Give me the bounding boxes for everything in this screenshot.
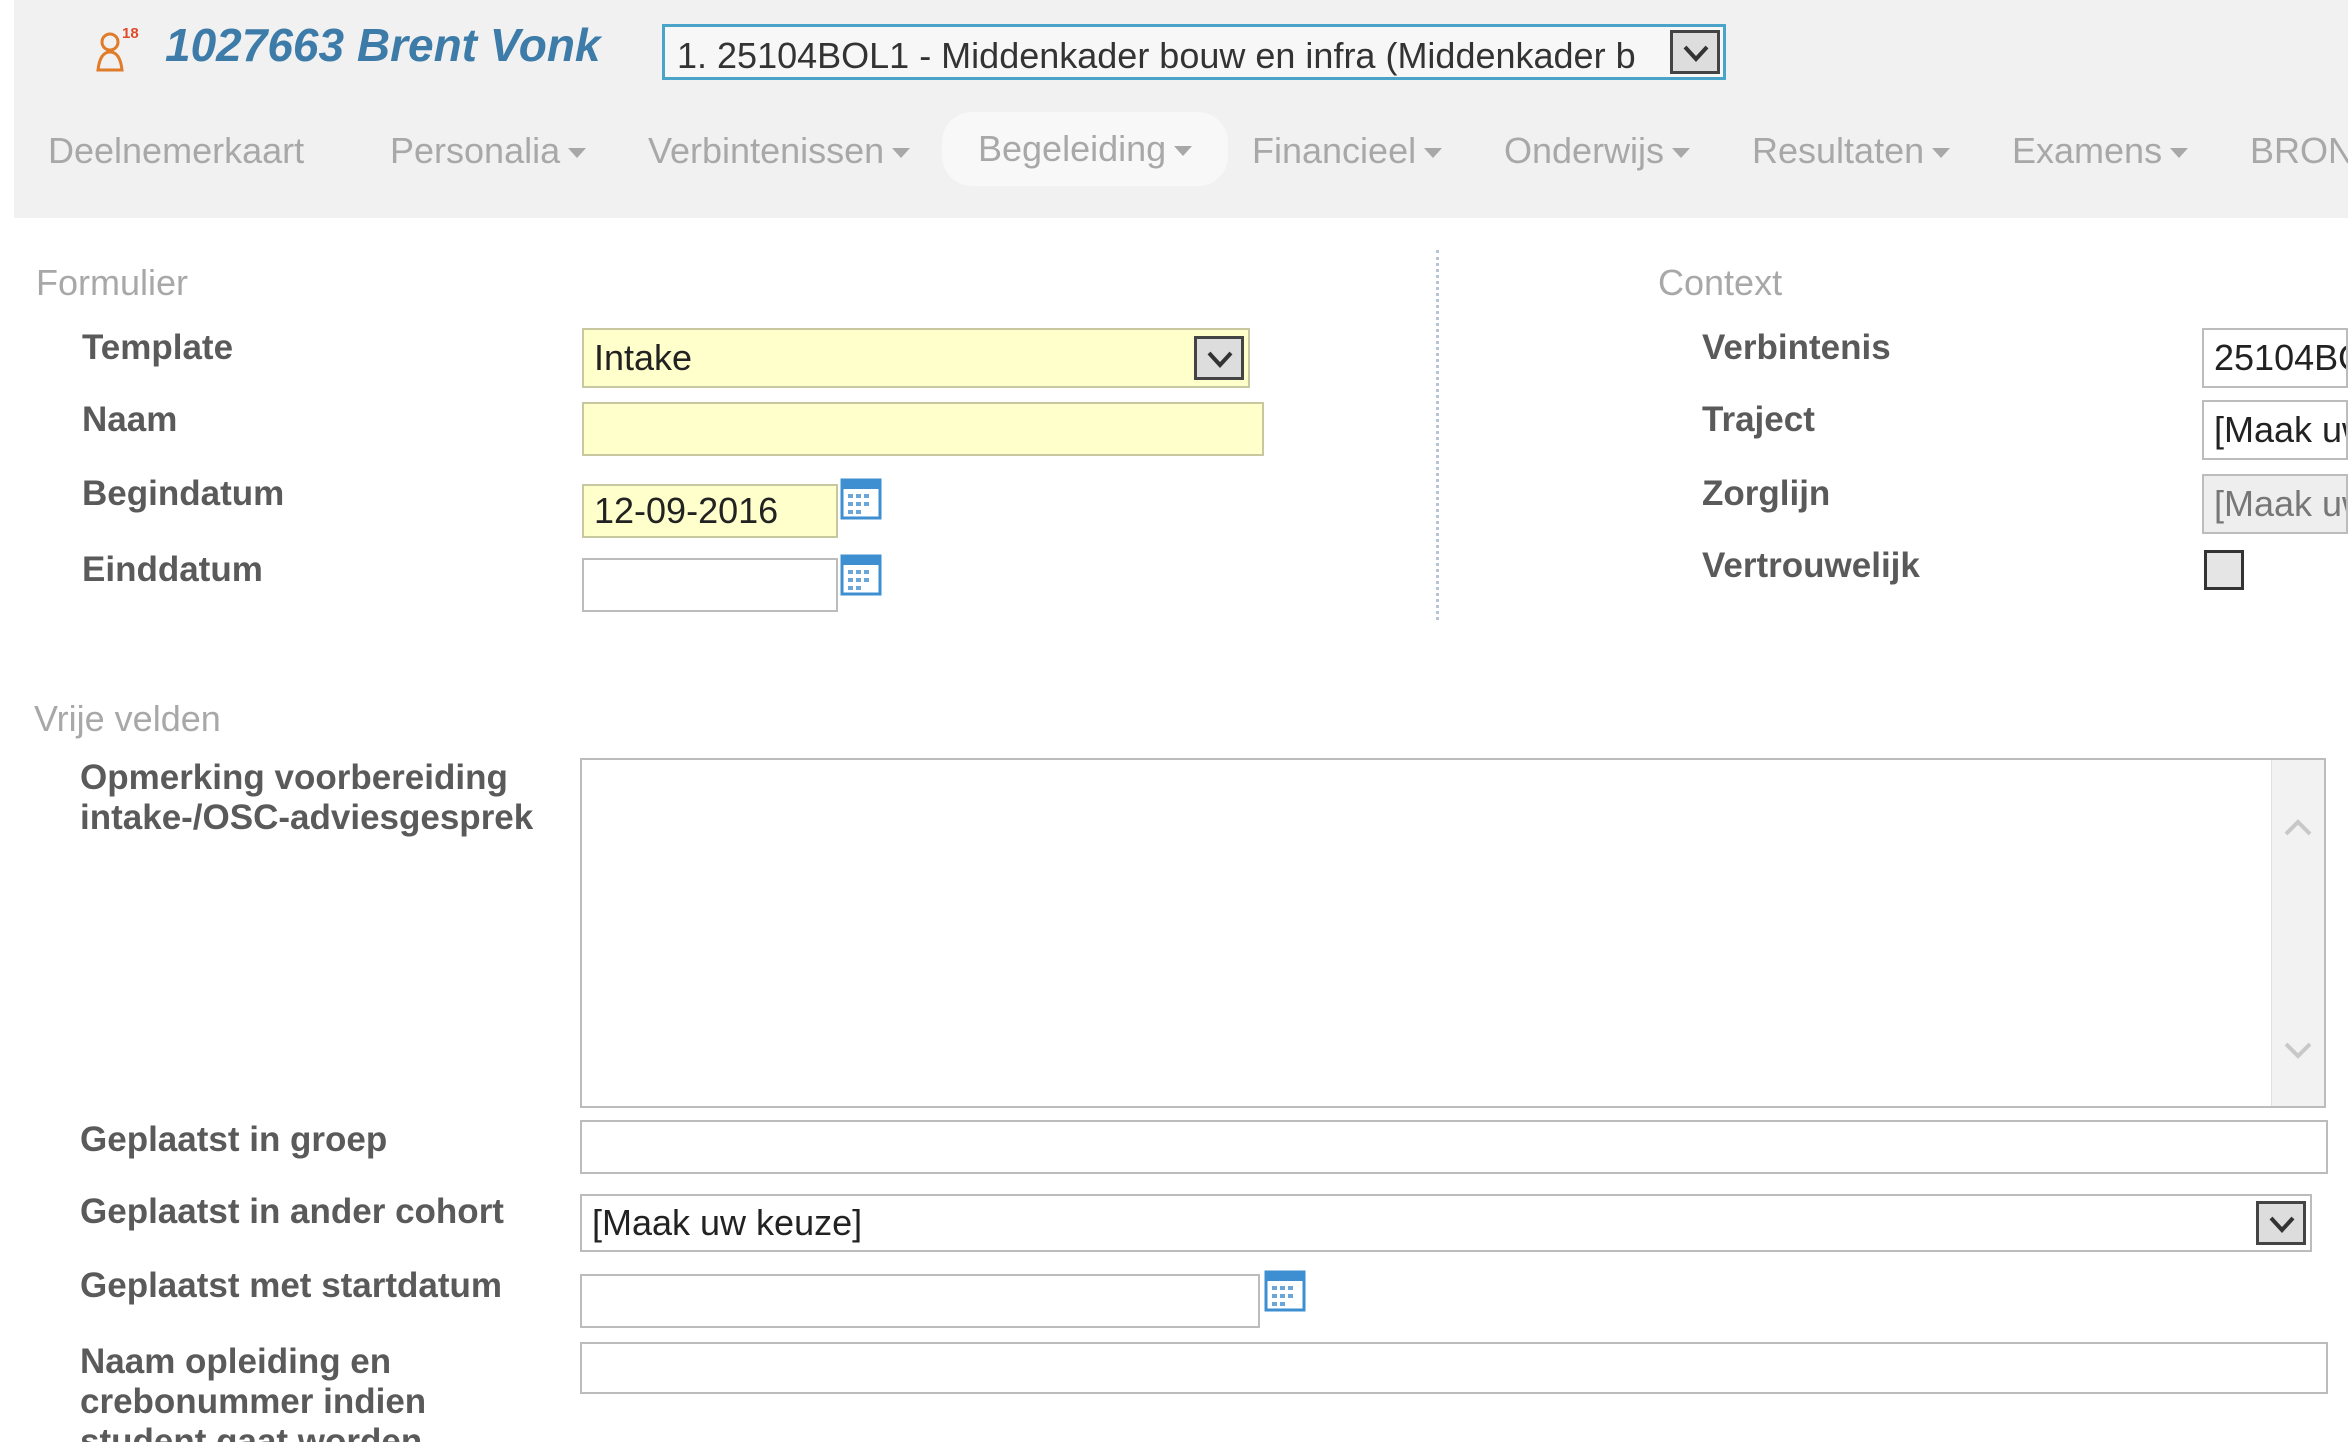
opmerking-textarea[interactable] xyxy=(580,758,2326,1108)
menu-item-financieel[interactable]: Financieel xyxy=(1252,118,1443,184)
section-title-vrije-velden: Vrije velden xyxy=(34,698,221,739)
chevron-down-icon[interactable] xyxy=(1194,336,1244,380)
student-title: 1027663 Brent Vonk xyxy=(165,19,601,71)
enrollment-select[interactable]: 1. 25104BOL1 - Middenkader bouw en infra… xyxy=(662,24,1726,80)
textarea-scrollbar[interactable] xyxy=(2271,760,2324,1106)
chevron-down-icon xyxy=(2284,1042,2312,1059)
cohort-label: Geplaatst in ander cohort xyxy=(80,1192,504,1231)
zorglijn-select: [Maak uw keuze] xyxy=(2202,474,2348,534)
traject-label: Traject xyxy=(1702,400,1815,439)
opleiding-input[interactable] xyxy=(580,1342,2328,1394)
vertrouwelijk-checkbox[interactable] xyxy=(2204,550,2244,590)
enrollment-select-value: 1. 25104BOL1 - Middenkader bouw en infra… xyxy=(677,35,1636,76)
caret-down-icon xyxy=(1932,148,1951,159)
traject-select[interactable]: [Maak uw keuze] xyxy=(2202,400,2348,460)
zorglijn-label: Zorglijn xyxy=(1702,474,1831,513)
chevron-up-icon xyxy=(2284,819,2312,836)
template-select[interactable]: Intake xyxy=(582,328,1250,388)
vertrouwelijk-label: Vertrouwelijk xyxy=(1702,546,1920,585)
menu-item-begeleiding[interactable]: Begeleiding xyxy=(942,112,1229,186)
caret-down-icon xyxy=(2170,148,2189,159)
chevron-down-icon[interactable] xyxy=(1670,30,1720,74)
menu-item-bron[interactable]: BRON xyxy=(2250,118,2348,184)
calendar-icon[interactable] xyxy=(840,552,882,596)
einddatum-label: Einddatum xyxy=(82,550,263,589)
naam-label: Naam xyxy=(82,400,178,439)
startdatum-label: Geplaatst met startdatum xyxy=(80,1266,503,1305)
menu-item-verbintenissen[interactable]: Verbintenissen xyxy=(648,118,911,184)
startdatum-input[interactable] xyxy=(580,1274,1260,1328)
menu-item-personalia[interactable]: Personalia xyxy=(390,118,587,184)
menu-item-onderwijs[interactable]: Onderwijs xyxy=(1504,118,1691,184)
begindatum-label: Begindatum xyxy=(82,474,285,513)
template-label: Template xyxy=(82,328,234,367)
caret-down-icon xyxy=(1672,148,1691,159)
naam-input[interactable] xyxy=(582,402,1264,456)
calendar-icon[interactable] xyxy=(840,476,882,520)
opmerking-label: Opmerking voorbereiding intake-/OSC-advi… xyxy=(80,758,534,837)
groep-label: Geplaatst in groep xyxy=(80,1120,388,1159)
caret-down-icon xyxy=(1174,146,1193,157)
menu-item-examens[interactable]: Examens xyxy=(2012,118,2189,184)
section-title-formulier: Formulier xyxy=(36,262,189,303)
section-divider xyxy=(1436,250,1439,620)
caret-down-icon xyxy=(1424,148,1443,159)
calendar-icon[interactable] xyxy=(1264,1268,1306,1312)
menu-item-resultaten[interactable]: Resultaten xyxy=(1752,118,1951,184)
begindatum-input[interactable]: 12-09-2016 xyxy=(582,484,838,538)
age-badge: 18 xyxy=(122,25,139,42)
verbintenis-label: Verbintenis xyxy=(1702,328,1891,367)
cohort-select[interactable]: [Maak uw keuze] xyxy=(580,1194,2312,1252)
menu-item-deelnemerkaart[interactable]: Deelnemerkaart xyxy=(48,118,304,184)
student-age-icon: 18 xyxy=(92,22,148,78)
section-title-context: Context xyxy=(1658,262,1783,303)
verbintenis-select[interactable]: 25104BOL1 xyxy=(2202,328,2348,388)
template-select-value: Intake xyxy=(594,337,693,378)
opleiding-label: Naam opleiding en crebonummer indien stu… xyxy=(80,1342,427,1442)
einddatum-input[interactable] xyxy=(582,558,838,612)
caret-down-icon xyxy=(892,148,911,159)
groep-input[interactable] xyxy=(580,1120,2328,1174)
caret-down-icon xyxy=(568,148,587,159)
chevron-down-icon[interactable] xyxy=(2256,1201,2306,1245)
